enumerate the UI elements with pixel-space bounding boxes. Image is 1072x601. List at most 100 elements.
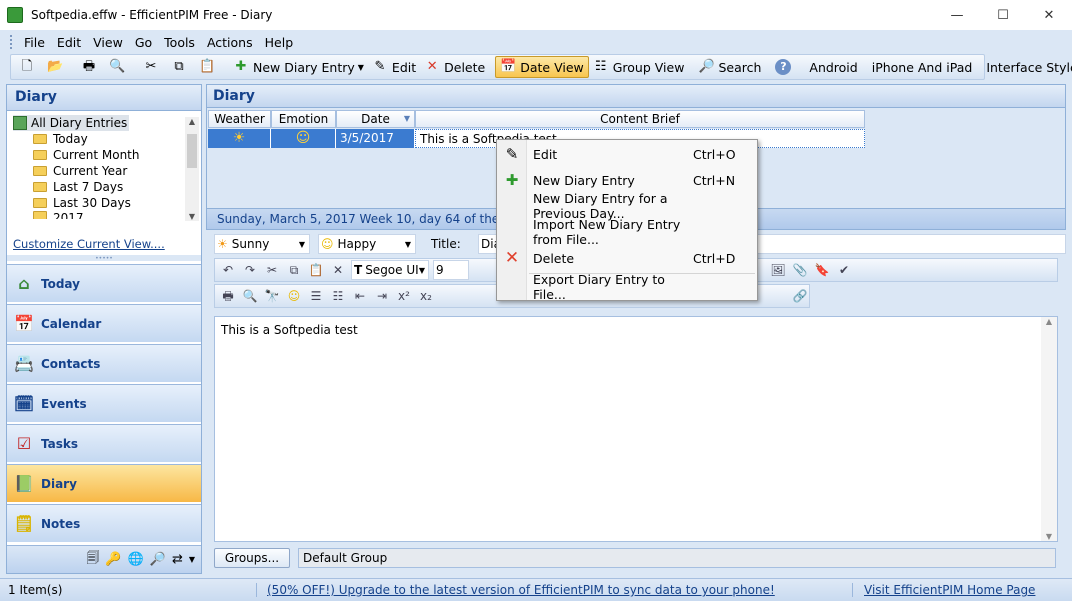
numbered-list-icon[interactable]: ☰ <box>307 287 325 305</box>
context-menu-new-previous-day[interactable]: New Diary Entry for a Previous Day... <box>497 191 757 221</box>
find-icon[interactable]: 🔭 <box>263 287 281 305</box>
groups-button[interactable]: Groups... <box>214 548 290 568</box>
configure-buttons-icon[interactable]: ▼ <box>189 555 195 564</box>
dropdown-arrow-icon: ▼ <box>357 62 364 72</box>
insert-icon[interactable]: 🔖 <box>813 261 831 279</box>
customize-view-link[interactable]: Customize Current View.... <box>13 237 165 251</box>
redo-icon[interactable]: ↷ <box>241 261 259 279</box>
nav-notes[interactable]: 🗒 Notes <box>7 504 201 542</box>
menu-edit[interactable]: Edit <box>51 35 87 50</box>
tree-item-2017[interactable]: 2017 <box>13 211 197 219</box>
group-view-label: Group View <box>612 59 685 75</box>
interface-style-button[interactable]: Interface Style▼ <box>982 56 1072 78</box>
cut-button[interactable]: ✂ <box>139 56 167 78</box>
splitter-grip[interactable]: ••••• <box>7 255 201 262</box>
nav-today[interactable]: ⌂ Today <box>7 264 201 302</box>
copy-icon[interactable]: ⧉ <box>285 261 303 279</box>
column-emotion[interactable]: Emotion <box>271 110 336 128</box>
tree-item-today[interactable]: Today <box>13 131 197 147</box>
copy-button[interactable]: ⧉ <box>167 56 195 78</box>
home-page-link[interactable]: Visit EfficientPIM Home Page <box>864 583 1035 597</box>
context-menu-delete[interactable]: ✕ Delete Ctrl+D <box>497 246 757 270</box>
sync-icon[interactable]: ⇄ <box>172 552 183 567</box>
scroll-down-icon[interactable]: ▼ <box>185 212 199 221</box>
iphone-ipad-button[interactable]: iPhone And iPad <box>868 56 977 78</box>
bullet-list-icon[interactable]: ☷ <box>329 287 347 305</box>
android-button[interactable]: Android <box>805 56 861 78</box>
tree-item-label: Last 30 Days <box>53 196 131 210</box>
scroll-up-icon[interactable]: ▲ <box>185 117 199 126</box>
nav-tasks[interactable]: ☑ Tasks <box>7 424 201 462</box>
menu-help[interactable]: Help <box>259 35 300 50</box>
print-preview-button[interactable]: 🔍 <box>105 56 133 78</box>
tree-scrollbar[interactable]: ▲ ▼ <box>185 117 199 221</box>
entry-body-editor[interactable]: This is a Softpedia test ▲ ▼ <box>214 316 1058 542</box>
open-file-button[interactable]: 📂 <box>43 56 71 78</box>
superscript-icon[interactable]: x² <box>395 287 413 305</box>
image-icon[interactable]: 🖼 <box>769 261 787 279</box>
close-button[interactable]: ✕ <box>1026 0 1072 30</box>
context-menu-new-entry[interactable]: ✚ New Diary Entry Ctrl+N <box>497 168 757 192</box>
paste-button[interactable]: 📋 <box>195 56 223 78</box>
tree-item-current-year[interactable]: Current Year <box>13 163 197 179</box>
nav-calendar[interactable]: 📅 Calendar <box>7 304 201 342</box>
clear-format-icon[interactable]: ✕ <box>329 261 347 279</box>
menu-file[interactable]: File <box>18 35 51 50</box>
weather-select[interactable]: ☀ Sunny ▼ <box>214 234 310 254</box>
print-icon[interactable]: 🖶 <box>219 287 237 305</box>
attachment-icon[interactable]: 📎 <box>791 261 809 279</box>
decrease-indent-icon[interactable]: ⇤ <box>351 287 369 305</box>
scroll-down-icon[interactable]: ▼ <box>1041 532 1057 541</box>
tree-item-last-30-days[interactable]: Last 30 Days <box>13 195 197 211</box>
emoticon-icon[interactable]: ☺ <box>285 287 303 305</box>
paste-icon[interactable]: 📋 <box>307 261 325 279</box>
font-select[interactable]: T Segoe UI ▼ <box>351 260 429 280</box>
nav-contacts[interactable]: 📇 Contacts <box>7 344 201 382</box>
new-file-button[interactable]: 🗋 <box>15 56 43 78</box>
print-preview-icon[interactable]: 🔍 <box>241 287 259 305</box>
context-menu-edit[interactable]: ✎ Edit Ctrl+O <box>497 142 757 166</box>
subscript-icon[interactable]: x₂ <box>417 287 435 305</box>
tree-item-current-month[interactable]: Current Month <box>13 147 197 163</box>
globe-icon[interactable]: 🌐 <box>128 552 144 567</box>
emotion-select[interactable]: ☺ Happy ▼ <box>318 234 416 254</box>
cut-icon[interactable]: ✂ <box>263 261 281 279</box>
spellcheck-icon[interactable]: ✔ <box>835 261 853 279</box>
new-diary-entry-button[interactable]: ✚ New Diary Entry ▼ <box>229 56 368 78</box>
small-notes-icon[interactable]: 🗐 <box>86 549 99 571</box>
edit-button[interactable]: ✎ Edit <box>368 56 420 78</box>
nav-events[interactable]: 🗓 Events <box>7 384 201 422</box>
scroll-up-icon[interactable]: ▲ <box>1041 317 1057 326</box>
menu-view[interactable]: View <box>87 35 129 50</box>
menu-actions[interactable]: Actions <box>201 35 259 50</box>
scroll-thumb[interactable] <box>187 134 197 168</box>
link-icon[interactable]: 🔗 <box>791 287 809 305</box>
search-icon[interactable]: 🔎 <box>150 552 166 567</box>
increase-indent-icon[interactable]: ⇥ <box>373 287 391 305</box>
context-menu-import[interactable]: Import New Diary Entry from File... <box>497 217 757 247</box>
tree-item-all-entries[interactable]: All Diary Entries <box>13 115 129 131</box>
help-button[interactable]: ? <box>771 56 799 78</box>
column-date[interactable]: Date ▼ <box>336 110 415 128</box>
menu-go[interactable]: Go <box>129 35 158 50</box>
maximize-button[interactable]: ☐ <box>980 0 1026 30</box>
tree-item-last-7-days[interactable]: Last 7 Days <box>13 179 197 195</box>
key-icon[interactable]: 🔑 <box>105 552 121 567</box>
nav-label: Contacts <box>41 356 101 371</box>
context-menu-export[interactable]: Export Diary Entry to File... <box>497 272 757 302</box>
editor-scrollbar[interactable]: ▲ ▼ <box>1041 317 1057 541</box>
search-button[interactable]: 🔎 Search <box>694 56 765 78</box>
menu-tools[interactable]: Tools <box>158 35 201 50</box>
font-size-select[interactable]: 9 <box>433 260 469 280</box>
upgrade-link[interactable]: (50% OFF!) Upgrade to the latest version… <box>267 583 775 597</box>
nav-diary[interactable]: 📗 Diary <box>7 464 201 502</box>
group-view-button[interactable]: ☷ Group View <box>589 56 689 78</box>
date-view-button[interactable]: 📅 Date View <box>495 56 589 78</box>
column-weather[interactable]: Weather <box>208 110 271 128</box>
minimize-button[interactable]: — <box>934 0 980 30</box>
menu-item-label: Edit <box>533 146 558 162</box>
delete-button[interactable]: ✕ Delete <box>420 56 489 78</box>
undo-icon[interactable]: ↶ <box>219 261 237 279</box>
column-content-brief[interactable]: Content Brief <box>415 110 865 128</box>
print-button[interactable]: 🖶 <box>77 56 105 78</box>
